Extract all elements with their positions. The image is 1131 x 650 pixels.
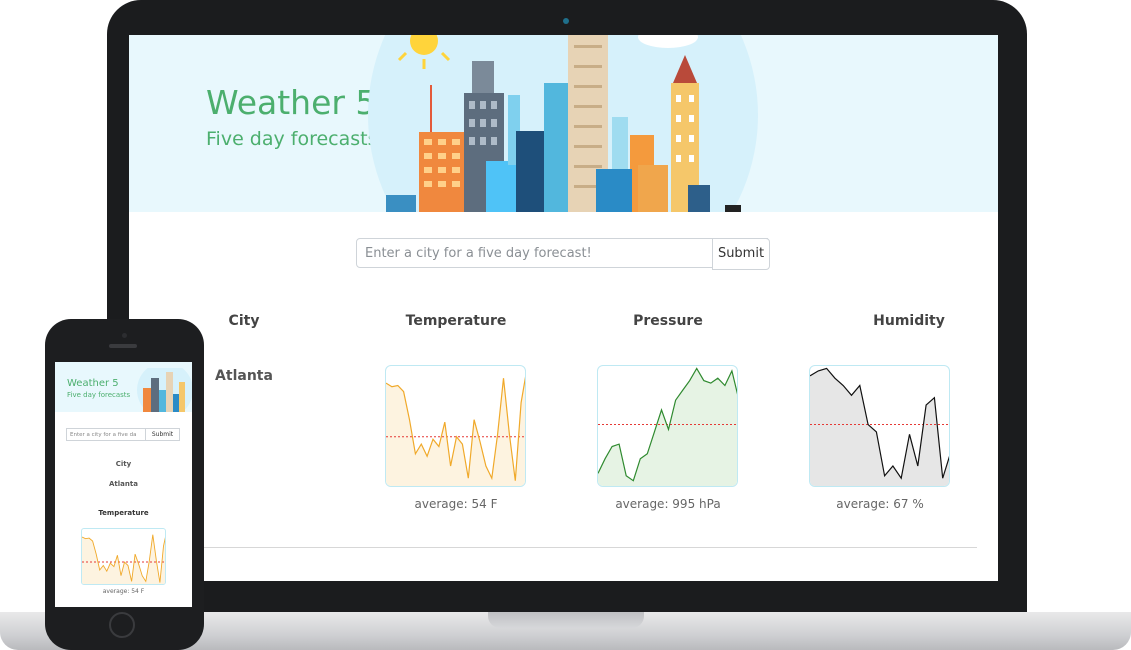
city-search-input[interactable]: Enter a city for a five day forecast!	[356, 238, 768, 268]
humidity-sparkline	[809, 365, 950, 487]
phone-app-subtitle: Five day forecasts	[67, 391, 131, 399]
phone-city-search-input[interactable]: Enter a city for a five da	[66, 428, 152, 441]
phone-column-header-temperature: Temperature	[98, 509, 149, 517]
column-header-temperature: Temperature	[405, 313, 507, 329]
app-subtitle: Five day forecasts	[206, 128, 378, 150]
phone-skyline-illustration	[137, 368, 192, 412]
temperature-sparkline	[385, 365, 526, 487]
column-header-pressure: Pressure	[633, 313, 703, 329]
humidity-area-fill	[810, 368, 949, 486]
phone-home-button[interactable]	[109, 612, 135, 638]
temperature-area-fill	[386, 378, 525, 486]
phone-camera	[122, 333, 127, 338]
phone-submit-button[interactable]: Submit	[145, 428, 180, 441]
phone-app-title: Weather 5	[67, 378, 119, 389]
submit-button[interactable]: Submit	[712, 238, 770, 270]
app-title: Weather 5	[206, 83, 377, 122]
pressure-sparkline	[597, 365, 738, 487]
laptop-base-notch	[488, 612, 644, 628]
phone-hero-banner: Weather 5 Five day forecasts	[55, 362, 192, 412]
temperature-average: average: 54 F	[414, 497, 498, 511]
phone-temperature-sparkline	[81, 528, 166, 585]
section-divider	[199, 547, 977, 548]
phone-speaker	[109, 344, 137, 348]
laptop-camera	[563, 18, 569, 24]
pressure-average: average: 995 hPa	[615, 497, 721, 511]
phone-column-header-city: City	[115, 460, 132, 468]
phone-temperature-average: average: 54 F	[102, 588, 145, 595]
phone-city-name: Atlanta	[109, 480, 138, 488]
city-skyline-illustration	[368, 35, 758, 212]
column-header-humidity: Humidity	[873, 313, 945, 329]
phone-screen: Weather 5 Five day forecasts Enter a cit…	[55, 362, 192, 607]
laptop-screen: Weather 5 Five day forecasts Enter a cit…	[129, 35, 998, 581]
humidity-average: average: 67 %	[836, 497, 924, 511]
hero-banner: Weather 5 Five day forecasts	[129, 35, 998, 212]
